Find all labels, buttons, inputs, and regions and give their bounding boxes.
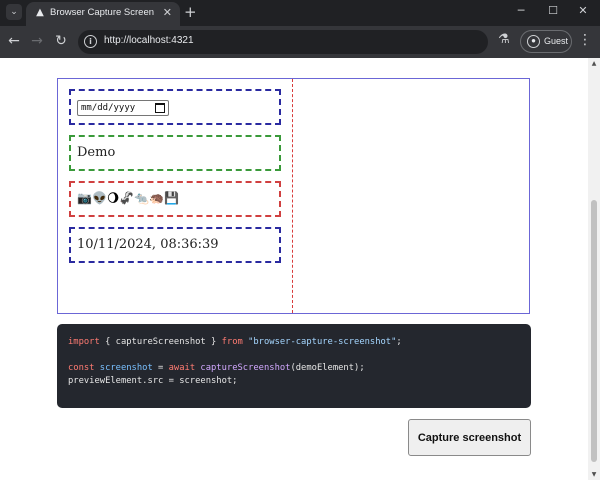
forward-icon[interactable]: → xyxy=(28,33,46,49)
scroll-thumb[interactable] xyxy=(591,200,597,462)
demo-column: mm/dd/yyyy Demo 📷👽🌖🦨🐀🦔💾 10/11/2024, 08:3… xyxy=(58,79,293,313)
page-scrollbar[interactable]: ▲ ▼ xyxy=(588,58,600,480)
tab-strip: ⌄ ▲ Browser Capture Screen ✕ + ─ ☐ ✕ xyxy=(0,0,600,26)
reload-icon[interactable]: ↻ xyxy=(52,33,70,49)
profile-icon: ● xyxy=(527,35,540,48)
capture-screenshot-button[interactable]: Capture screenshot xyxy=(408,419,531,456)
browser-chrome: ⌄ ▲ Browser Capture Screen ✕ + ─ ☐ ✕ ← →… xyxy=(0,0,600,58)
code-token: captureScreenshot xyxy=(200,363,291,373)
code-token: ; xyxy=(396,337,402,347)
code-token: { xyxy=(99,337,116,347)
page-viewport: mm/dd/yyyy Demo 📷👽🌖🦨🐀🦔💾 10/11/2024, 08:3… xyxy=(0,58,588,480)
date-input[interactable]: mm/dd/yyyy xyxy=(77,100,169,116)
tab-title: Browser Capture Screen xyxy=(50,7,155,18)
browser-toolbar: ← → ↻ i http://localhost:4321 ⚗ ● Guest … xyxy=(0,26,600,58)
minimize-icon[interactable]: ─ xyxy=(506,4,536,17)
window-close-icon[interactable]: ✕ xyxy=(568,4,598,17)
demo-text: Demo xyxy=(77,145,116,160)
code-token: await xyxy=(168,363,196,373)
guest-label: Guest xyxy=(544,36,569,46)
tab-active[interactable]: ▲ Browser Capture Screen ✕ xyxy=(26,2,180,26)
text-box: Demo xyxy=(69,135,281,171)
code-token: } xyxy=(205,337,222,347)
code-token: = xyxy=(152,363,169,373)
new-tab-icon[interactable]: + xyxy=(184,3,197,21)
url-text[interactable]: http://localhost:4321 xyxy=(104,35,194,46)
code-snippet: import { captureScreenshot } from "brows… xyxy=(57,324,531,408)
tab-search-icon[interactable]: ⌄ xyxy=(6,4,22,20)
close-tab-icon[interactable]: ✕ xyxy=(163,6,172,19)
code-token: const xyxy=(68,363,95,373)
info-icon[interactable]: i xyxy=(84,35,97,48)
emoji-box: 📷👽🌖🦨🐀🦔💾 xyxy=(69,181,281,217)
code-token: captureScreenshot xyxy=(115,337,206,347)
maximize-icon[interactable]: ☐ xyxy=(538,4,568,17)
scroll-down-icon[interactable]: ▼ xyxy=(588,471,600,478)
address-bar[interactable]: i http://localhost:4321 xyxy=(78,30,488,54)
back-icon[interactable]: ← xyxy=(5,33,23,49)
code-token: from xyxy=(221,337,243,347)
favicon-icon: ▲ xyxy=(36,7,44,18)
guest-profile-button[interactable]: ● Guest xyxy=(520,30,572,53)
flask-icon[interactable]: ⚗ xyxy=(498,32,510,47)
emoji-row: 📷👽🌖🦨🐀🦔💾 xyxy=(77,191,180,205)
timestamp-text: 10/11/2024, 08:36:39 xyxy=(77,237,219,252)
timestamp-box: 10/11/2024, 08:36:39 xyxy=(69,227,281,263)
scroll-up-icon[interactable]: ▲ xyxy=(588,60,600,67)
code-token: screenshot xyxy=(99,363,153,373)
date-placeholder: mm/dd/yyyy xyxy=(81,103,136,113)
code-token: import xyxy=(68,337,100,347)
demo-element: mm/dd/yyyy Demo 📷👽🌖🦨🐀🦔💾 10/11/2024, 08:3… xyxy=(57,78,530,314)
date-box: mm/dd/yyyy xyxy=(69,89,281,125)
menu-icon[interactable]: ⋮ xyxy=(578,32,592,48)
code-token: "browser-capture-screenshot" xyxy=(248,337,397,347)
code-line: previewElement.src = screenshot; xyxy=(68,376,238,386)
calendar-icon[interactable] xyxy=(155,103,165,113)
code-token: (demoElement); xyxy=(290,363,365,373)
